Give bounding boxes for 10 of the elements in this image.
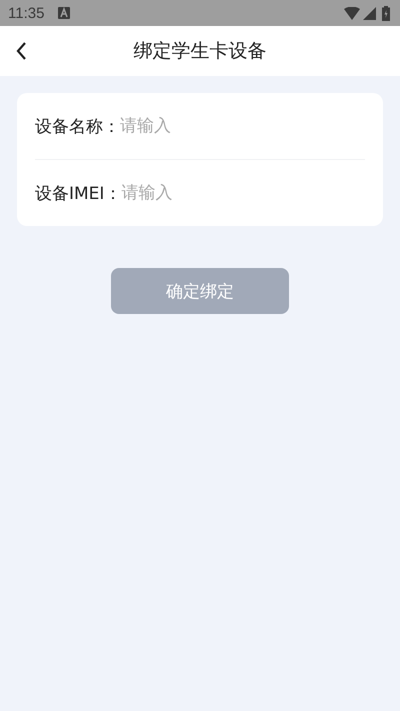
field-label: 设备名称： [35, 116, 120, 138]
signal-icon [363, 6, 376, 20]
status-time: 11:35 [8, 4, 44, 22]
input-field[interactable]: 请输入 [120, 116, 365, 136]
input-field[interactable]: 请输入 [121, 183, 365, 203]
field-label: 设备IMEI： [35, 182, 122, 204]
notification-icon [58, 7, 70, 19]
page-title: 绑定学生卡设备 [134, 39, 266, 64]
battery-icon [382, 6, 390, 20]
wifi-icon [344, 6, 360, 20]
